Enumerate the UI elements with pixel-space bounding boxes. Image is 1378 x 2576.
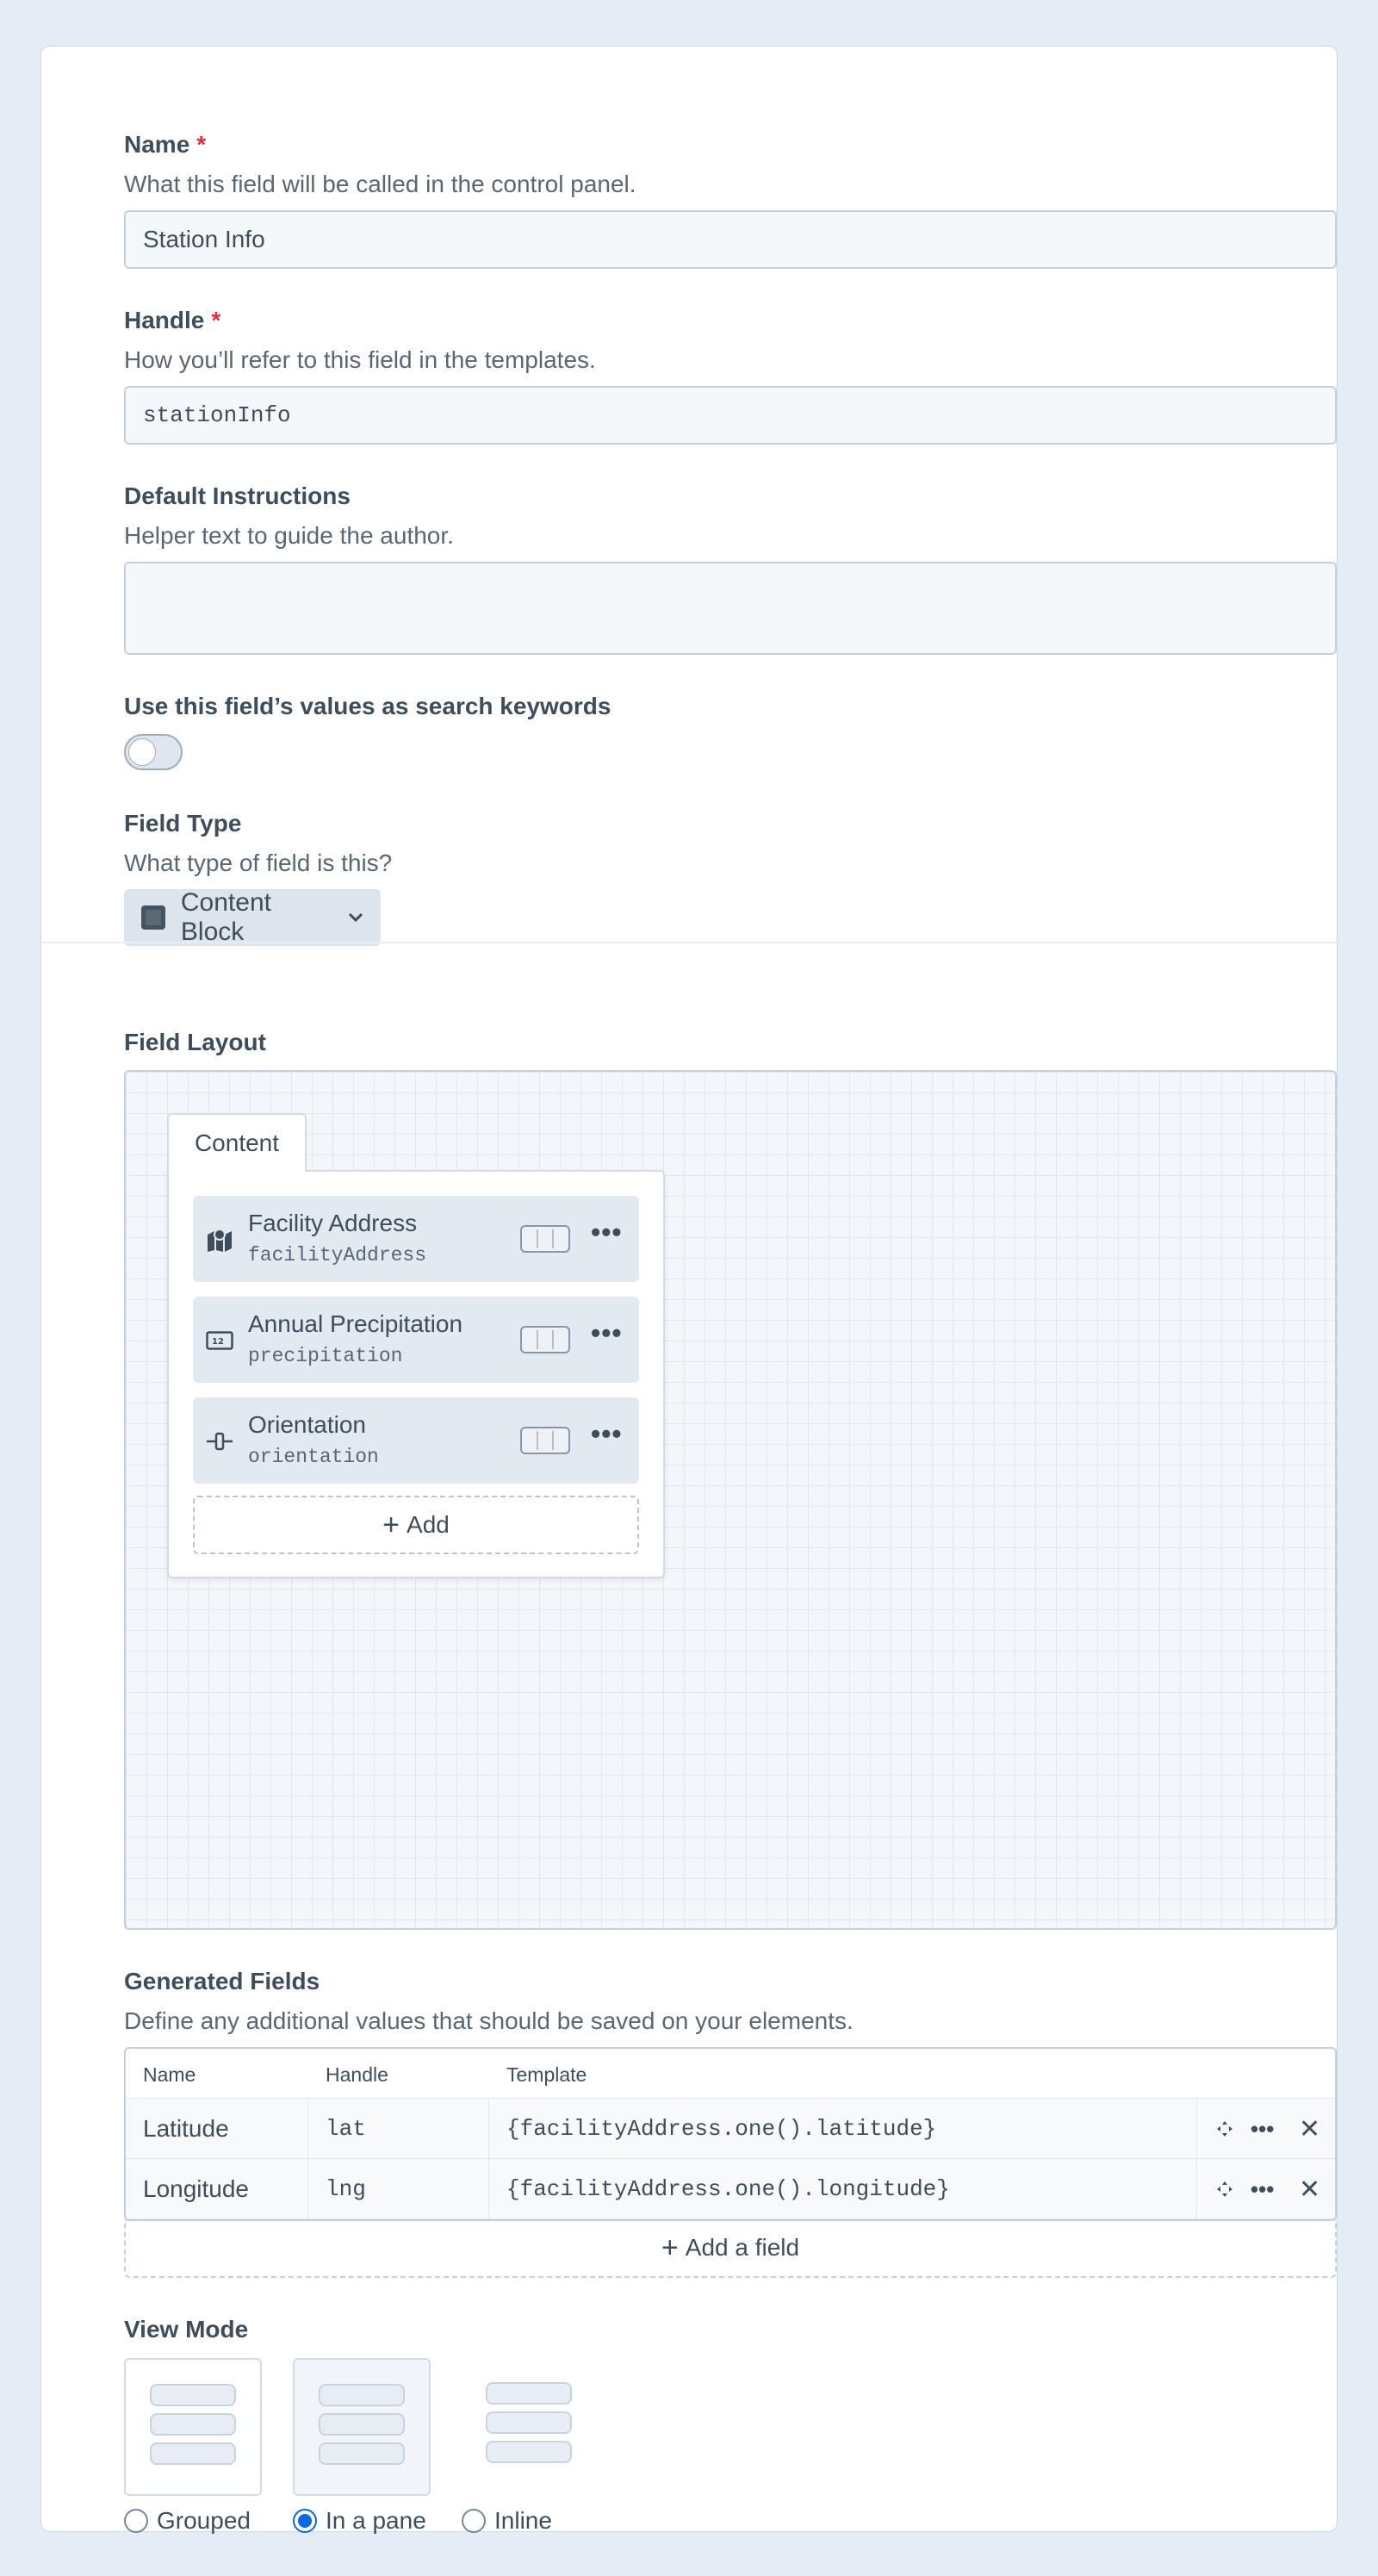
field-type-select[interactable]: Content Block bbox=[124, 888, 381, 946]
add-label: Add bbox=[407, 1511, 450, 1538]
search-keywords-toggle[interactable] bbox=[124, 734, 183, 770]
field-settings-card: Name * What this field will be called in … bbox=[40, 46, 1338, 2535]
name-help: What this field will be called in the co… bbox=[124, 171, 636, 197]
section-divider bbox=[41, 942, 1337, 943]
handle-label: Handle * bbox=[124, 307, 220, 334]
field-type-value: Content Block bbox=[180, 888, 271, 946]
column-header-name: Name bbox=[143, 2063, 196, 2086]
instructions-help: Helper text to guide the author. bbox=[124, 522, 454, 549]
generated-fields-label: Generated Fields bbox=[124, 1968, 320, 1994]
width-icon[interactable] bbox=[520, 1225, 570, 1253]
tab-content-pane: Facility Address facilityAddress ••• 12 … bbox=[167, 1170, 665, 1578]
tab-content[interactable]: Content bbox=[167, 1113, 307, 1172]
more-icon[interactable]: ••• bbox=[1251, 2159, 1274, 2219]
width-icon[interactable] bbox=[520, 1326, 570, 1353]
layout-field-annual-precipitation[interactable]: 12 Annual Precipitation precipitation ••… bbox=[193, 1297, 639, 1383]
field-handle: precipitation bbox=[248, 1345, 403, 1367]
generated-fields-help: Define any additional values that should… bbox=[124, 2007, 853, 2034]
width-icon[interactable] bbox=[520, 1427, 570, 1454]
view-mode-grouped-radio[interactable]: Grouped bbox=[124, 2507, 251, 2535]
field-layout-designer: Content Facility Address facilityAddress… bbox=[124, 1070, 1337, 1930]
handle-input[interactable]: stationInfo bbox=[124, 386, 1337, 445]
field-handle: facilityAddress bbox=[248, 1244, 427, 1266]
column-header-template: Template bbox=[506, 2063, 587, 2086]
table-header: Name Handle Template bbox=[126, 2049, 1335, 2099]
search-keywords-label: Use this field’s values as search keywor… bbox=[124, 693, 611, 719]
chevron-down-icon bbox=[348, 908, 363, 928]
field-layout-label: Field Layout bbox=[124, 1029, 266, 1055]
view-mode-inline-radio[interactable]: Inline bbox=[462, 2507, 552, 2535]
table-row: Longitude lng {facilityAddress.one().lon… bbox=[126, 2159, 1335, 2219]
field-handle: orientation bbox=[248, 1446, 379, 1468]
close-icon[interactable]: ✕ bbox=[1299, 2099, 1320, 2159]
field-type-help: What type of field is this? bbox=[124, 849, 393, 876]
radio-label: Grouped bbox=[157, 2507, 251, 2534]
more-icon[interactable]: ••• bbox=[591, 1216, 623, 1248]
row-name-cell[interactable]: Longitude bbox=[126, 2159, 308, 2219]
preview-bar bbox=[319, 2413, 405, 2436]
preview-bar bbox=[150, 2413, 236, 2436]
close-icon[interactable]: ✕ bbox=[1299, 2159, 1320, 2219]
field-type-label: Field Type bbox=[124, 810, 242, 837]
number-icon: 12 bbox=[205, 1328, 234, 1353]
move-icon[interactable] bbox=[1216, 2099, 1233, 2159]
preview-bar bbox=[486, 2411, 572, 2434]
plus-icon: + bbox=[661, 2231, 679, 2264]
preview-bar bbox=[319, 2384, 405, 2406]
required-asterisk: * bbox=[196, 131, 207, 158]
move-icon[interactable] bbox=[1216, 2159, 1233, 2219]
add-field-label: Add a field bbox=[685, 2234, 800, 2261]
radio-button-selected[interactable] bbox=[293, 2509, 317, 2533]
view-mode-inline-preview[interactable] bbox=[462, 2358, 599, 2496]
view-mode-pane-preview[interactable] bbox=[293, 2358, 431, 2496]
generated-fields-table: Name Handle Template Latitude lat {facil… bbox=[124, 2047, 1337, 2221]
row-handle-cell[interactable]: lat bbox=[308, 2099, 489, 2159]
add-generated-field-button[interactable]: + Add a field bbox=[124, 2219, 1337, 2278]
preview-bar bbox=[486, 2382, 572, 2405]
preview-bar bbox=[150, 2442, 236, 2465]
plus-icon: + bbox=[382, 1509, 400, 1541]
more-icon[interactable]: ••• bbox=[591, 1317, 623, 1349]
view-mode-label: View Mode bbox=[124, 2316, 249, 2343]
name-label: Name * bbox=[124, 131, 206, 159]
row-handle-cell[interactable]: lng bbox=[308, 2159, 489, 2219]
field-name: Orientation bbox=[248, 1411, 366, 1438]
radio-label: Inline bbox=[494, 2507, 552, 2534]
radio-button[interactable] bbox=[462, 2509, 486, 2533]
handle-help: How you’ll refer to this field in the te… bbox=[124, 346, 596, 373]
required-asterisk: * bbox=[211, 307, 221, 333]
handle-label-text: Handle bbox=[124, 307, 205, 333]
more-icon[interactable]: ••• bbox=[591, 1418, 623, 1450]
field-name: Annual Precipitation bbox=[248, 1310, 463, 1337]
view-mode-pane-radio[interactable]: In a pane bbox=[293, 2507, 426, 2535]
instructions-textarea[interactable] bbox=[124, 562, 1337, 655]
view-mode-grouped-preview[interactable] bbox=[124, 2358, 262, 2496]
svg-text:12: 12 bbox=[212, 1337, 224, 1347]
content-block-icon bbox=[141, 905, 165, 930]
name-input[interactable]: Station Info bbox=[124, 210, 1337, 269]
more-icon[interactable]: ••• bbox=[1251, 2099, 1274, 2159]
add-field-button[interactable]: + Add bbox=[193, 1496, 639, 1554]
radio-button[interactable] bbox=[124, 2509, 148, 2533]
slider-icon bbox=[205, 1428, 234, 1454]
layout-field-orientation[interactable]: Orientation orientation ••• bbox=[193, 1397, 639, 1484]
toggle-knob bbox=[128, 738, 156, 766]
preview-bar bbox=[150, 2384, 236, 2406]
table-row: Latitude lat {facilityAddress.one().lati… bbox=[126, 2099, 1335, 2159]
row-name-cell[interactable]: Latitude bbox=[126, 2099, 308, 2159]
radio-label: In a pane bbox=[326, 2507, 426, 2534]
instructions-label: Default Instructions bbox=[124, 482, 351, 509]
field-name: Facility Address bbox=[248, 1210, 418, 1236]
layout-field-facility-address[interactable]: Facility Address facilityAddress ••• bbox=[193, 1196, 639, 1282]
name-label-text: Name bbox=[124, 131, 190, 158]
column-header-handle: Handle bbox=[326, 2063, 388, 2086]
preview-bar bbox=[486, 2441, 572, 2463]
row-template-cell[interactable]: {facilityAddress.one().longitude} bbox=[489, 2159, 1197, 2219]
map-icon bbox=[205, 1227, 234, 1253]
row-template-cell[interactable]: {facilityAddress.one().latitude} bbox=[489, 2099, 1197, 2159]
preview-bar bbox=[319, 2442, 405, 2465]
